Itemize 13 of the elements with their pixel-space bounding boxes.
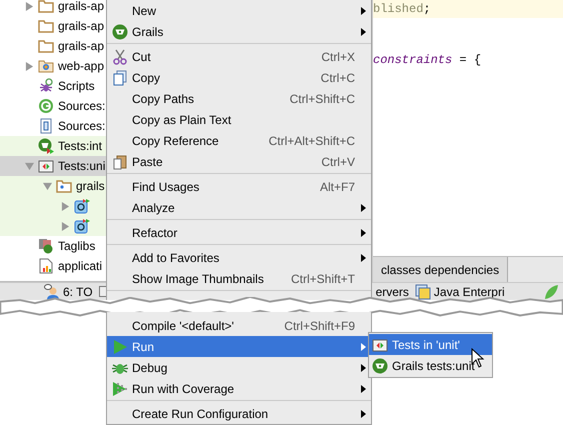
tree-item-label: Tests:uni bbox=[58, 159, 106, 173]
tree-item-label: grails-ap bbox=[58, 39, 104, 53]
tree-item-label: Sources: bbox=[58, 99, 106, 113]
tree-item-label: grails bbox=[76, 179, 105, 193]
tree-item-label: applicati bbox=[58, 259, 102, 273]
tree-item-label: Sources: bbox=[58, 119, 106, 133]
tree-item-label: Scripts bbox=[58, 79, 95, 93]
tree-item-label: grails-ap bbox=[58, 0, 104, 13]
code-line: constraints = { bbox=[373, 52, 482, 69]
tree-item-label: grails-ap bbox=[58, 19, 104, 33]
tree-item-label: Tests:int bbox=[58, 139, 102, 153]
tree-item-label: web-app bbox=[58, 59, 104, 73]
tree-item-label: Taglibs bbox=[58, 239, 96, 253]
